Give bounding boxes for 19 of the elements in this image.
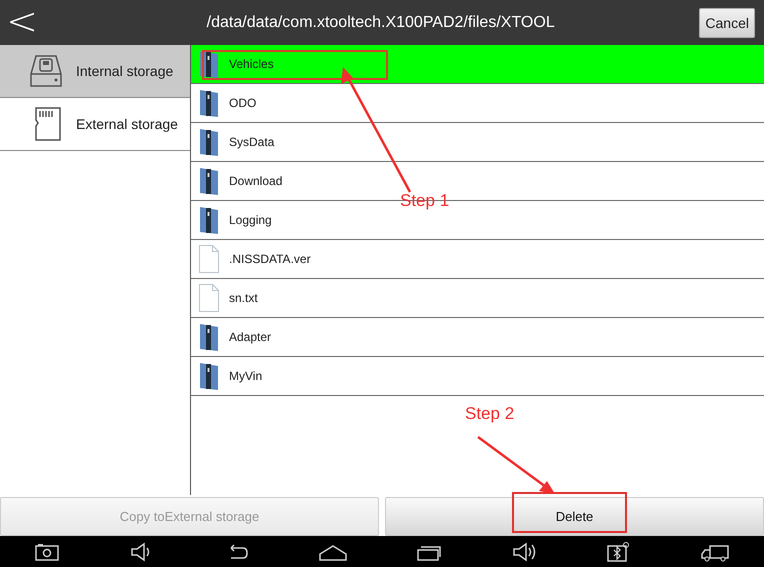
back-button[interactable]: <	[2, 2, 42, 44]
cancel-button[interactable]: Cancel	[699, 8, 755, 38]
storage-item[interactable]: Internal storage	[0, 45, 190, 98]
document-icon	[198, 283, 220, 313]
folder-icon	[198, 322, 220, 352]
folder-icon	[198, 88, 220, 118]
volume-up-icon[interactable]	[510, 542, 537, 562]
document-icon	[198, 244, 220, 274]
drive-icon	[28, 53, 64, 89]
folder-path: /data/data/com.xtooltech.X100PAD2/files/XTOOL	[206, 14, 556, 32]
folder-icon	[198, 361, 220, 391]
step-label: Step 2	[465, 404, 514, 424]
folder-icon	[198, 127, 220, 157]
folder-icon	[198, 166, 220, 196]
file-row[interactable]: Vehicles	[191, 45, 764, 84]
folder-icon	[198, 205, 220, 235]
camera-icon[interactable]	[34, 542, 60, 562]
bluetooth-icon[interactable]	[605, 540, 632, 562]
action-button[interactable]: Delete	[385, 497, 764, 536]
